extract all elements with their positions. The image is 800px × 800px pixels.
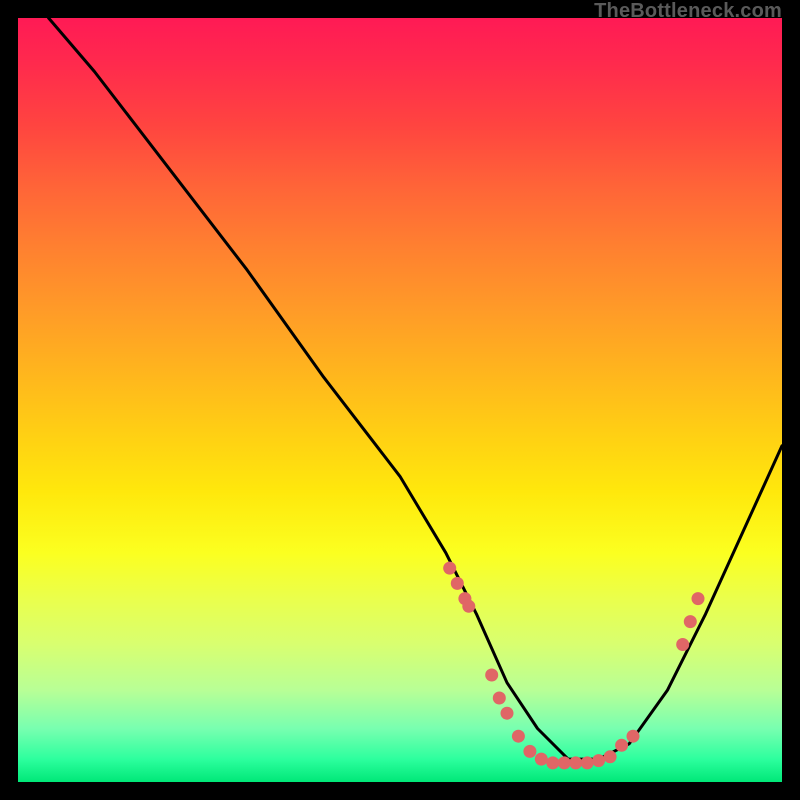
marker-dot	[581, 756, 594, 769]
curve-markers	[443, 562, 704, 770]
marker-dot	[615, 739, 628, 752]
marker-dot	[485, 669, 498, 682]
marker-dot	[569, 756, 582, 769]
marker-dot	[443, 562, 456, 575]
marker-dot	[512, 730, 525, 743]
marker-dot	[558, 756, 571, 769]
chart-svg	[18, 18, 782, 782]
marker-dot	[604, 750, 617, 763]
marker-dot	[493, 692, 506, 705]
curve-line	[49, 18, 782, 759]
plot-area	[18, 18, 782, 782]
marker-dot	[546, 756, 559, 769]
marker-dot	[684, 615, 697, 628]
marker-dot	[451, 577, 464, 590]
marker-dot	[501, 707, 514, 720]
marker-dot	[458, 592, 471, 605]
marker-dot	[692, 592, 705, 605]
marker-dot	[523, 745, 536, 758]
watermark-text: TheBottleneck.com	[594, 0, 782, 23]
chart-container: TheBottleneck.com	[0, 0, 800, 800]
marker-dot	[535, 753, 548, 766]
curve-path	[49, 18, 782, 759]
marker-dot	[462, 600, 475, 613]
marker-dot	[627, 730, 640, 743]
marker-dot	[592, 754, 605, 767]
marker-dot	[676, 638, 689, 651]
